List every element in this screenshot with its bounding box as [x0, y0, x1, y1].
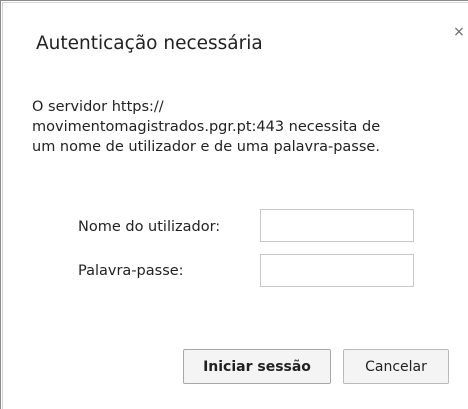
password-label: Palavra-passe: [78, 263, 184, 279]
password-field[interactable] [260, 254, 414, 287]
message-line-3: um nome de utilizador e de uma palavra-p… [32, 139, 380, 155]
cancel-button[interactable]: Cancelar [343, 349, 449, 384]
close-icon[interactable]: × [451, 24, 467, 40]
message-line-1: O servidor https:// [32, 99, 164, 115]
message-line-2: movimentomagistrados.pgr.pt:443 necessit… [32, 119, 381, 135]
username-label: Nome do utilizador: [78, 219, 221, 235]
dialog-message: O servidor https:// movimentomagistrados… [32, 97, 462, 157]
username-field[interactable] [260, 209, 414, 242]
auth-dialog: Autenticação necessária × O servidor htt… [2, 2, 468, 409]
login-button[interactable]: Iniciar sessão [183, 349, 331, 384]
dialog-title: Autenticação necessária [36, 33, 263, 54]
